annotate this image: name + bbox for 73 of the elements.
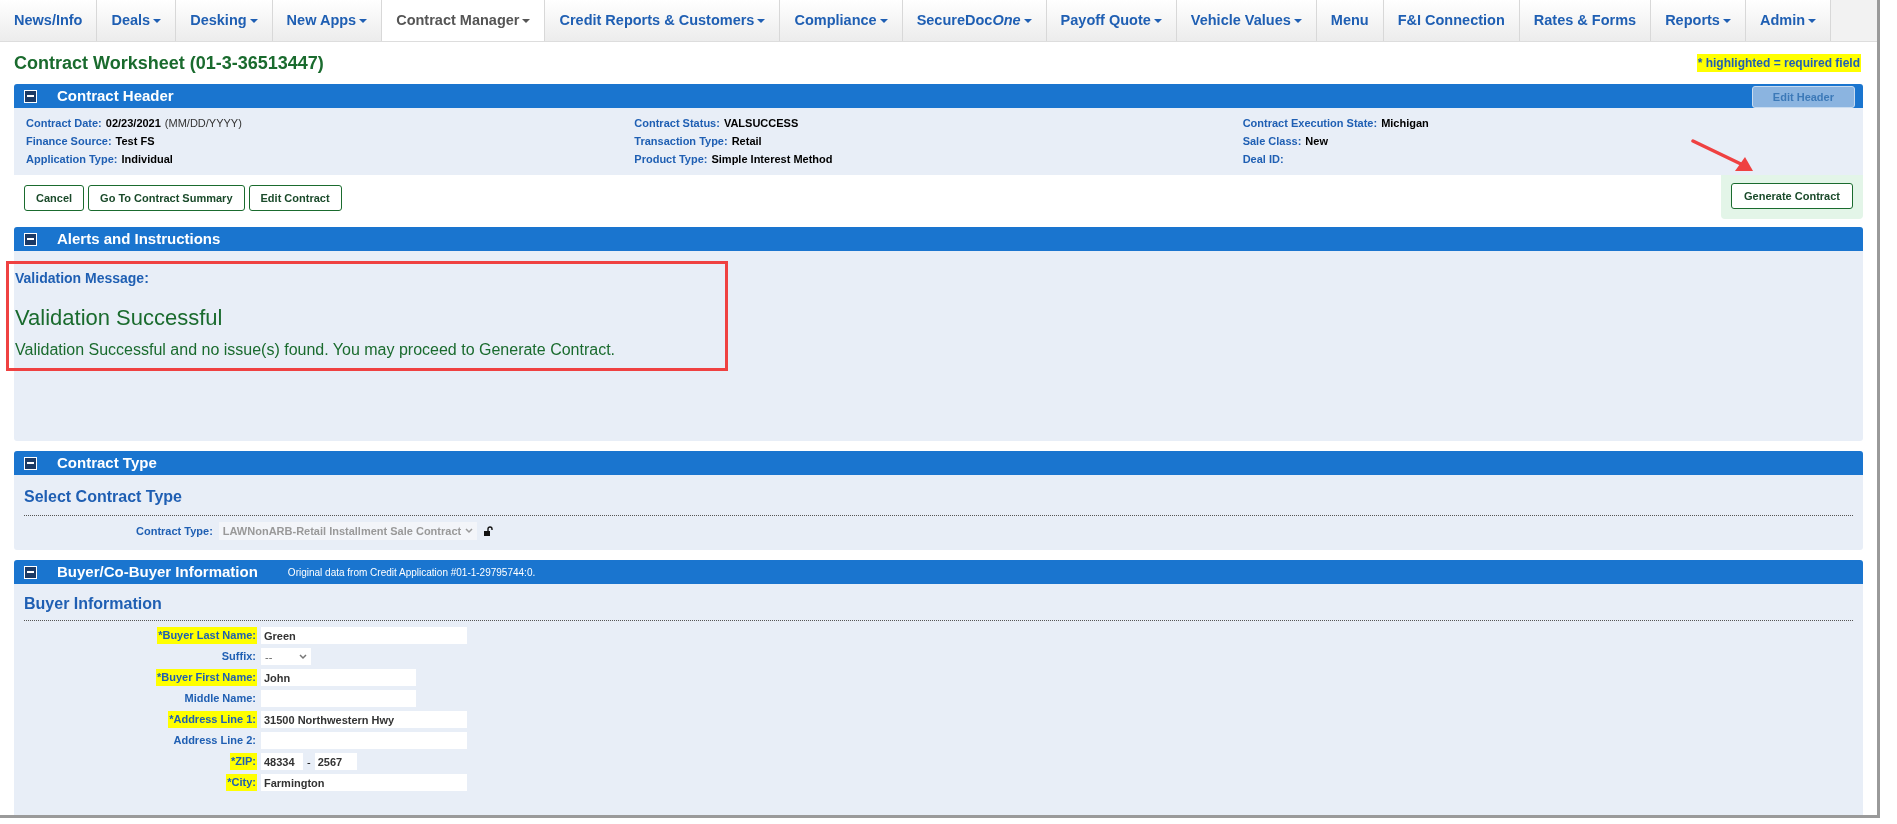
nav-tab[interactable]: Credit Reports & Customers [545, 0, 781, 41]
chevron-icon [465, 528, 474, 535]
section-note: Original data from Credit Application #01-1-29795744:0. [287, 565, 536, 580]
nav-tab[interactable]: Rates & Forms [1519, 0, 1652, 41]
field-value: 02/23/2021 [105, 116, 161, 131]
field-label: Contract Status: [634, 116, 720, 131]
nav-tab[interactable]: Desking [176, 0, 273, 41]
section-title: Buyer/Co-Buyer Information [57, 562, 258, 582]
unlocked-padlock-icon[interactable] [483, 526, 494, 537]
field-label: Deal ID: [1242, 152, 1284, 167]
nav-tab[interactable]: Contract Manager [382, 0, 546, 41]
nav-tab[interactable]: F&I Connection [1383, 0, 1520, 41]
field-label: Transaction Type: [634, 134, 728, 149]
chevron-icon [299, 653, 307, 660]
subsection-title: Select Contract Type [24, 475, 1853, 517]
text-field[interactable]: Farmington [261, 774, 467, 792]
date-format-hint: (MM/DD/YYYY) [164, 116, 242, 131]
field-value: VALSUCCESS [723, 116, 799, 131]
collapse-icon[interactable] [24, 89, 37, 103]
field-value: Retail [731, 134, 762, 149]
text-field[interactable]: 31500 Northwestern Hwy [261, 711, 467, 729]
field-label: Address Line 2: [172, 733, 257, 749]
field-label: Suffix: [220, 649, 257, 665]
section-title: Contract Header [57, 85, 174, 106]
suffix-select[interactable]: -- [261, 648, 311, 666]
action-button[interactable]: Go To Contract Summary [88, 185, 245, 211]
page-title: Contract Worksheet (01-3-36513447) [14, 51, 324, 75]
nav-tab[interactable]: Reports [1651, 0, 1746, 41]
nav-tab[interactable]: News/Info [0, 0, 98, 41]
field-label: Sale Class: [1242, 134, 1302, 149]
action-button[interactable]: Edit Contract [248, 185, 342, 211]
nav-tab[interactable]: Admin [1745, 0, 1832, 41]
field-label: *Address Line 1: [168, 711, 257, 729]
zip-extension-field[interactable]: 2567 [314, 753, 357, 771]
text-field[interactable]: John [261, 669, 416, 687]
field-value: Individual [121, 152, 173, 167]
field-value: New [1305, 134, 1328, 149]
required-note: * highlighted = required field [1696, 54, 1861, 72]
field-label: Contract Execution State: [1242, 116, 1378, 131]
nav-tab[interactable]: Payoff Quote [1046, 0, 1177, 41]
collapse-icon[interactable] [24, 456, 37, 470]
zip-separator: - [307, 754, 311, 770]
field-label: Finance Source: [26, 134, 112, 149]
section-title: Alerts and Instructions [57, 229, 221, 249]
field-label: *ZIP: [229, 753, 257, 771]
field-label: Contract Date: [26, 116, 102, 131]
field-value: Michigan [1381, 116, 1429, 131]
nav-tab[interactable]: New Apps [272, 0, 383, 41]
nav-tab[interactable]: Compliance [780, 0, 903, 41]
field-label: *Buyer Last Name: [157, 627, 257, 645]
field-label: *Buyer First Name: [155, 669, 257, 687]
nav-tab[interactable]: Deals [97, 0, 177, 41]
nav-tab[interactable]: Menu [1316, 0, 1384, 41]
field-label: Contract Type: [136, 524, 213, 539]
subsection-title: Buyer Information [24, 584, 1853, 622]
nav-tab[interactable]: Vehicle Values [1176, 0, 1317, 41]
generate-contract-button[interactable]: Generate Contract [1731, 183, 1853, 210]
validation-heading: Validation Successful [15, 304, 224, 333]
nav-tab[interactable]: SecureDocOne [902, 0, 1047, 41]
text-field[interactable]: Green [261, 627, 467, 645]
field-label: Middle Name: [183, 691, 257, 707]
field-label: *City: [226, 774, 257, 792]
field-label: Product Type: [634, 152, 708, 167]
section-title: Contract Type [57, 453, 157, 473]
field-value: Test FS [115, 134, 155, 149]
collapse-icon[interactable] [24, 565, 37, 579]
action-button[interactable]: Cancel [24, 185, 85, 211]
zip-field[interactable]: 48334 [261, 753, 303, 771]
validation-label: Validation Message: [15, 269, 150, 289]
field-label: Application Type: [26, 152, 118, 167]
collapse-icon[interactable] [24, 232, 37, 246]
validation-message: Validation Successful and no issue(s) found. You may proceed to Generate Contract. [15, 340, 617, 361]
field-value: Simple Interest Method [711, 152, 833, 167]
